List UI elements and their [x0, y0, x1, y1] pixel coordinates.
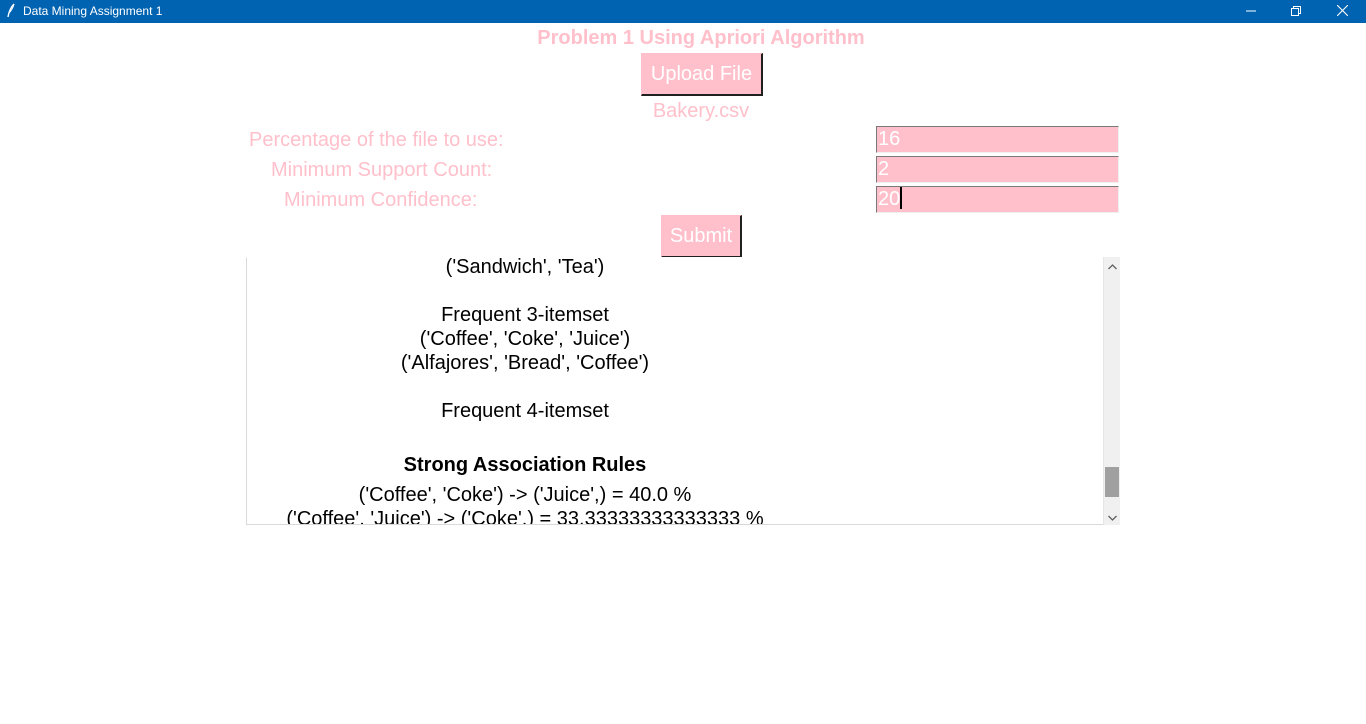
itemset-line: ('Coffee', 'Coke', 'Juice') [419, 328, 631, 350]
submit-button[interactable]: Submit [661, 215, 742, 258]
title-bar: Data Mining Assignment 1 [0, 0, 1366, 23]
confidence-value: 20 [878, 188, 901, 210]
section-heading: Frequent 4-itemset [441, 400, 609, 422]
rule-line: ('Coffee', 'Juice') -> ('Coke',) = 33.33… [286, 508, 764, 525]
scroll-up-button[interactable] [1104, 257, 1120, 274]
text-caret [900, 187, 903, 209]
confidence-input[interactable]: 20 [876, 186, 1119, 213]
results-text: ('Sandwich', 'Tea') Frequent 3-itemset (… [247, 258, 803, 525]
results-output[interactable]: ('Sandwich', 'Tea') Frequent 3-itemset (… [246, 257, 1119, 525]
itemset-line: ('Alfajores', 'Bread', 'Coffee') [400, 352, 650, 374]
restore-icon [1291, 3, 1301, 21]
restore-button[interactable] [1273, 0, 1319, 23]
chevron-down-icon [1107, 508, 1117, 526]
itemset-line: ('Sandwich', 'Tea') [445, 258, 605, 278]
support-value: 2 [878, 158, 890, 180]
window-title: Data Mining Assignment 1 [23, 4, 163, 18]
close-icon [1336, 3, 1348, 21]
confidence-label: Minimum Confidence: [284, 189, 478, 211]
scrollbar-thumb[interactable] [1105, 467, 1119, 497]
percentage-input[interactable]: 16 [876, 126, 1119, 153]
section-heading: Frequent 3-itemset [441, 304, 609, 326]
minimize-button[interactable] [1228, 0, 1274, 23]
vertical-scrollbar[interactable] [1103, 257, 1120, 525]
scroll-down-button[interactable] [1104, 508, 1120, 525]
percentage-label: Percentage of the file to use: [249, 129, 504, 151]
minimize-icon [1246, 3, 1256, 21]
support-label: Minimum Support Count: [271, 159, 493, 181]
feather-icon [6, 3, 16, 19]
chevron-up-icon [1107, 257, 1117, 275]
selected-filename: Bakery.csv [652, 100, 750, 122]
percentage-value: 16 [878, 128, 901, 150]
rules-heading: Strong Association Rules [403, 454, 647, 476]
rule-line: ('Coffee', 'Coke') -> ('Juice',) = 40.0 … [358, 484, 692, 506]
upload-file-button[interactable]: Upload File [641, 53, 763, 96]
support-input[interactable]: 2 [876, 156, 1119, 183]
page-title: Problem 1 Using Apriori Algorithm [537, 27, 865, 49]
close-button[interactable] [1319, 0, 1365, 23]
